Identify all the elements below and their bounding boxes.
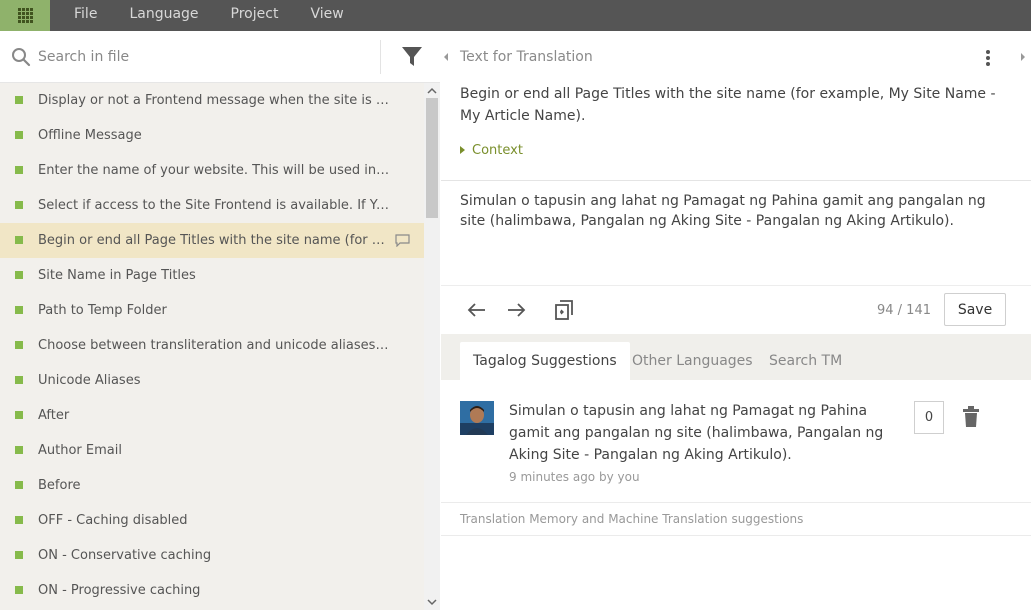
list-item[interactable]: After — [0, 398, 424, 433]
status-dot-icon — [15, 551, 23, 559]
list-item-label: Author Email — [38, 443, 122, 458]
tm-section-label: Translation Memory and Machine Translati… — [460, 512, 804, 526]
tab-search-tm[interactable]: Search TM — [756, 342, 855, 380]
translation-textarea[interactable]: Simulan o tapusin ang lahat ng Pamagat n… — [460, 191, 1008, 276]
list-item[interactable]: Site Name in Page Titles — [0, 258, 424, 293]
suggestion-tabs: Tagalog Suggestions Other Languages Sear… — [441, 334, 1031, 380]
status-dot-icon — [15, 201, 23, 209]
status-dot-icon — [15, 376, 23, 384]
list-item-label: OFF - Caching disabled — [38, 513, 188, 528]
list-item[interactable]: OFF - Caching disabled — [0, 503, 424, 538]
list-item[interactable]: ON - Progressive caching — [0, 573, 424, 608]
string-counter: 94 / 141 — [877, 303, 931, 318]
scroll-thumb[interactable] — [426, 98, 438, 218]
list-item[interactable]: Unicode Aliases — [0, 363, 424, 398]
apps-grid-button[interactable] — [0, 0, 50, 31]
string-list: Display or not a Frontend message when t… — [0, 83, 424, 610]
editor-panel: Text for Translation Begin or end all Pa… — [441, 31, 1031, 610]
status-dot-icon — [15, 516, 23, 524]
menu-view[interactable]: View — [294, 0, 359, 31]
caret-right-icon — [460, 145, 465, 154]
menubar: File Language Project View — [0, 0, 1031, 31]
status-dot-icon — [15, 236, 23, 244]
context-label: Context — [472, 143, 523, 158]
list-item[interactable]: Choose between transliteration and unico… — [0, 328, 424, 363]
status-dot-icon — [15, 166, 23, 174]
status-dot-icon — [15, 446, 23, 454]
tab-other-languages[interactable]: Other Languages — [619, 342, 766, 380]
list-item-label: Display or not a Frontend message when t… — [38, 93, 424, 108]
status-dot-icon — [15, 306, 23, 314]
list-item[interactable]: Select if access to the Site Frontend is… — [0, 188, 424, 223]
string-list-panel: Display or not a Frontend message when t… — [0, 31, 440, 610]
divider — [441, 285, 1031, 286]
list-item-label: Enter the name of your website. This wil… — [38, 163, 424, 178]
source-title: Text for Translation — [460, 49, 593, 65]
filter-divider — [380, 40, 381, 74]
list-item[interactable]: Display or not a Frontend message when t… — [0, 83, 424, 118]
search-bar — [0, 31, 440, 83]
list-item[interactable]: Author Email — [0, 433, 424, 468]
tab-tagalog-suggestions[interactable]: Tagalog Suggestions — [460, 342, 630, 380]
list-scrollbar[interactable] — [424, 83, 440, 610]
status-dot-icon — [15, 96, 23, 104]
filter-icon[interactable] — [398, 45, 426, 69]
list-item-label: Unicode Aliases — [38, 373, 141, 388]
search-icon — [12, 48, 31, 67]
suggestion-item: Simulan o tapusin ang lahat ng Pamagat n… — [441, 380, 1031, 503]
list-item-label: Site Name in Page Titles — [38, 268, 196, 283]
list-item-label: Select if access to the Site Frontend is… — [38, 198, 424, 213]
save-button[interactable]: Save — [944, 293, 1006, 326]
search-input[interactable] — [38, 45, 368, 69]
list-item[interactable]: Offline Message — [0, 118, 424, 153]
trash-icon[interactable] — [962, 406, 980, 428]
context-toggle[interactable]: Context — [460, 143, 523, 158]
list-item[interactable]: Before — [0, 468, 424, 503]
list-item-label: Offline Message — [38, 128, 142, 143]
more-options-icon[interactable] — [981, 48, 995, 68]
menu-language[interactable]: Language — [113, 0, 214, 31]
list-item[interactable]: Begin or end all Page Titles with the si… — [0, 223, 424, 258]
comment-icon[interactable] — [395, 234, 410, 247]
status-dot-icon — [15, 131, 23, 139]
suggestion-text[interactable]: Simulan o tapusin ang lahat ng Pamagat n… — [509, 400, 901, 466]
list-item-label: Choose between transliteration and unico… — [38, 338, 424, 353]
source-text: Begin or end all Page Titles with the si… — [460, 86, 996, 124]
vote-count[interactable]: 0 — [914, 401, 944, 434]
apps-grid-icon — [17, 8, 33, 23]
status-dot-icon — [15, 481, 23, 489]
main-menu: File Language Project View — [58, 0, 360, 31]
menu-project[interactable]: Project — [215, 0, 295, 31]
scroll-down-icon[interactable] — [424, 596, 440, 608]
copy-source-icon[interactable] — [552, 297, 578, 323]
list-item-label: Path to Temp Folder — [38, 303, 167, 318]
scroll-up-icon[interactable] — [424, 85, 440, 97]
status-dot-icon — [15, 271, 23, 279]
status-dot-icon — [15, 411, 23, 419]
list-item-label: After — [38, 408, 70, 423]
list-item[interactable]: ON - Conservative caching — [0, 538, 424, 573]
list-item-label: ON - Progressive caching — [38, 583, 201, 598]
list-item[interactable]: Enter the name of your website. This wil… — [0, 153, 424, 188]
collapse-right-icon[interactable] — [1015, 47, 1031, 67]
divider — [441, 535, 1031, 536]
list-item[interactable]: Path to Temp Folder — [0, 293, 424, 328]
menu-file[interactable]: File — [58, 0, 113, 31]
arrow-left-icon[interactable] — [464, 297, 490, 323]
avatar — [460, 401, 494, 435]
status-dot-icon — [15, 586, 23, 594]
collapse-left-icon[interactable] — [441, 47, 451, 67]
divider — [441, 180, 1031, 181]
arrow-right-icon[interactable] — [503, 297, 529, 323]
list-item-label: Before — [38, 478, 81, 493]
status-dot-icon — [15, 341, 23, 349]
suggestion-meta: 9 minutes ago by you — [509, 470, 640, 484]
list-item-label: Begin or end all Page Titles with the si… — [38, 233, 421, 248]
list-item-label: ON - Conservative caching — [38, 548, 212, 563]
